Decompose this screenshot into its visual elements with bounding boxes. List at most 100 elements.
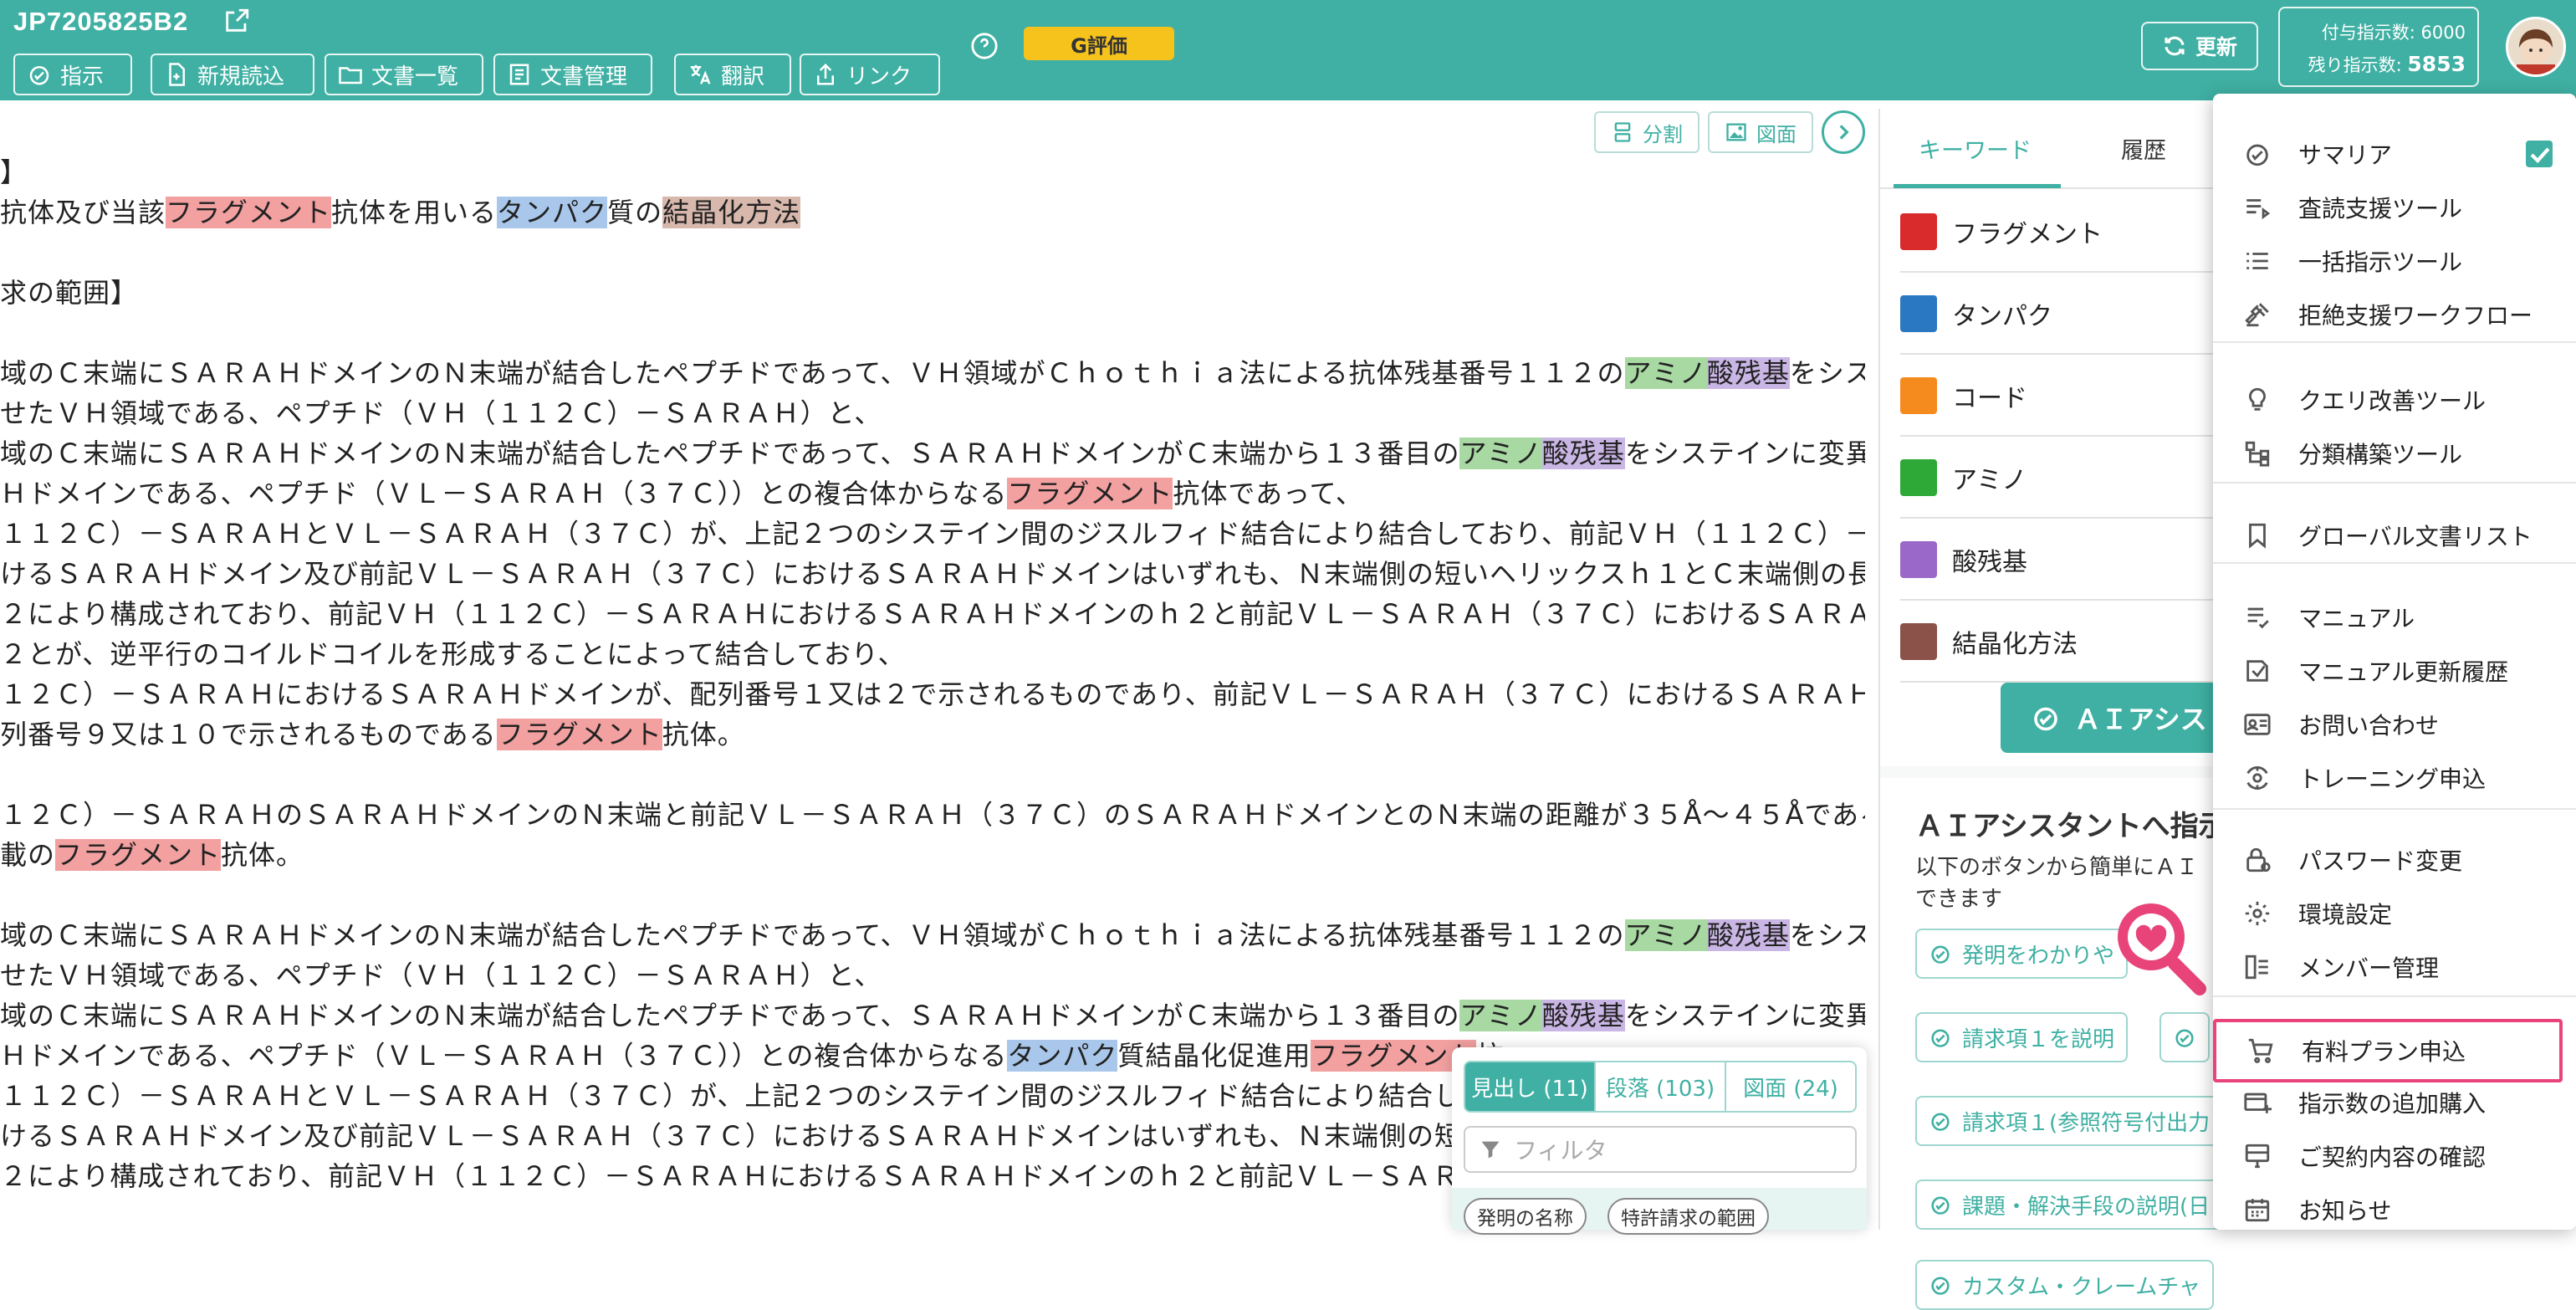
text-segment: １２Ｃ）－ＳＡＲＡＨのＳＡＲＡＨドメインのＮ末端と前記ＶＬ－ＳＡＲＡＨ（３７Ｃ）… (0, 799, 1865, 831)
top-bar: JP7205825B2 指示 新規読込 文書一覧 文書管理 翻訳 リンク G評価… (0, 0, 2576, 100)
menu-item-label: メンバー管理 (2298, 954, 2440, 982)
menu-item-calendar[interactable]: お知らせ (2213, 1185, 2576, 1235)
ai-prompt-chip[interactable]: 請求項１(参照符号付出力 (1915, 1096, 2224, 1146)
keyword-item[interactable]: 結晶化方法 (1900, 602, 2218, 683)
menu-item-add-card[interactable]: 指示数の追加購入 (2213, 1077, 2576, 1128)
outline-chip[interactable]: 特許請求の範囲 (1607, 1198, 1769, 1235)
toolbar-button-document-list[interactable]: 文書一覧 (325, 54, 483, 95)
outline-chip[interactable]: 発明の名称 (1464, 1198, 1587, 1235)
text-segment: せたＶＨ領域である、ペプチド（ＶＨ（１１２Ｃ）－ＳＡＲＡＨ）と、 (0, 959, 882, 991)
share-icon (817, 63, 834, 85)
figure-button[interactable]: 図面 (1708, 111, 1813, 153)
text-segment: をシステインに変異さ (1624, 438, 1865, 469)
side-tabs: キーワード 履歴 (1880, 109, 2215, 189)
toolbar-button-document-manage[interactable]: 文書管理 (493, 54, 652, 95)
keyword-color-swatch[interactable] (1900, 623, 1937, 660)
menu-item-gavel[interactable]: 拒絶支援ワークフロー (2213, 289, 2576, 340)
menu-item-tree[interactable]: 分類構築ツール (2213, 428, 2576, 478)
external-link-icon[interactable] (222, 7, 251, 35)
document-line: 域のＣ末端にＳＡＲＡＨドメインのＮ末端が結合したペプチドであって、ＳＡＲＡＨドメ… (0, 995, 1865, 1036)
toolbar-button-instruct[interactable]: 指示 (13, 54, 132, 95)
menu-item-label: 有料プラン申込 (2302, 1038, 2466, 1066)
text-segment: 】 (0, 156, 28, 188)
text-segment: 抗体を用いる (331, 197, 498, 228)
text-segment: ２により構成されており、前記ＶＨ（１１２Ｃ）－ＳＡＲＡＨにおけるＳＡＲＡＨドメイ… (0, 1160, 1515, 1192)
toolbar-button-link[interactable]: リンク (800, 54, 940, 95)
help-icon[interactable] (970, 32, 999, 60)
outline-filter-input[interactable]: フィルタ (1464, 1126, 1857, 1173)
keyword-highlight: アミノ (1459, 1000, 1542, 1031)
menu-item-training[interactable]: トレーニング申込 (2213, 753, 2576, 803)
keyword-color-swatch[interactable] (1900, 459, 1937, 496)
menu-item-label: グローバル文書リスト (2298, 523, 2533, 550)
outline-tab-figures[interactable]: 図面 (24) (1726, 1062, 1855, 1111)
menu-item-members[interactable]: メンバー管理 (2213, 942, 2576, 992)
ai-prompt-chip[interactable]: 請求項１を説明 (1915, 1012, 2129, 1062)
outline-tab-paragraphs[interactable]: 段落 (103) (1596, 1062, 1726, 1111)
keyword-color-swatch[interactable] (1900, 541, 1937, 578)
remaining-count-value: 5853 (2407, 52, 2466, 76)
menu-item-list[interactable]: 一括指示ツール (2213, 236, 2576, 286)
menu-item-lightbulb[interactable]: クエリ改善ツール (2213, 375, 2576, 425)
ai-prompt-chip[interactable]: 発明をわかりや (1915, 929, 2129, 979)
document-line: 列番号９又は１０で示されるものであるフラグメント抗体。 (0, 714, 1857, 755)
menu-item-label: 分類構築ツール (2298, 441, 2463, 468)
outline-tab-headings[interactable]: 見出し (11) (1465, 1062, 1596, 1111)
menu-item-contract[interactable]: ご契約内容の確認 (2213, 1131, 2576, 1181)
menu-item-review[interactable]: 査読支援ツール (2213, 182, 2576, 233)
text-segment: Ｈドメインである、ペプチド（ＶＬ－ＳＡＲＡＨ（３７Ｃ））との複合体からなる (0, 478, 1008, 509)
menu-item-lock[interactable]: パスワード変更 (2213, 835, 2576, 885)
tab-keyword[interactable]: キーワード (1919, 132, 2032, 165)
folder-icon (339, 67, 362, 84)
remaining-count-label: 残り指示数: (2308, 55, 2402, 75)
text-segment: ２により構成されており、前記ＶＨ（１１２Ｃ）－ＳＡＲＡＨにおけるＳＡＲＡＨドメイ… (0, 598, 1865, 630)
menu-item-contact-card[interactable]: お問い合わせ (2213, 699, 2576, 750)
contact-card-icon (2244, 714, 2271, 735)
ai-prompt-chip[interactable] (2159, 1012, 2210, 1062)
document-line: １１２Ｃ）－ＳＡＲＡＨとＶＬ－ＳＡＲＡＨ（３７Ｃ）が、上記２つのシステイン間のジ… (0, 514, 1865, 554)
menu-item-manual[interactable]: マニュアル (2213, 592, 2576, 642)
keyword-item[interactable]: フラグメント (1900, 192, 2218, 273)
manual-icon (2247, 607, 2269, 629)
grade-badge: G評価 (1024, 27, 1174, 60)
refresh-button[interactable]: 更新 (2141, 22, 2258, 70)
keyword-item[interactable]: タンパク (1900, 274, 2218, 355)
ai-desc-line: 以下のボタンから簡単にＡＩ (1915, 855, 2199, 880)
toolbar-button-new-import[interactable]: 新規読込 (151, 54, 314, 95)
keyword-highlight: 酸残基 (1706, 357, 1790, 389)
menu-item-history[interactable]: マニュアル更新履歴 (2213, 646, 2576, 696)
next-panel-button[interactable] (1822, 110, 1865, 154)
keyword-color-swatch[interactable] (1900, 213, 1937, 250)
text-segment: １１２Ｃ）－ＳＡＲＡＨとＶＬ－ＳＡＲＡＨ（３７Ｃ）が、上記２つのシステイン間のジ… (0, 1080, 1515, 1112)
text-segment: けるＳＡＲＡＨドメイン及び前記ＶＬ－ＳＡＲＡＨ（３７Ｃ）におけるＳＡＲＡＨドメイ… (0, 1120, 1518, 1152)
tree-icon (2245, 441, 2270, 467)
keyword-color-swatch[interactable] (1900, 295, 1937, 332)
text-segment: せたＶＨ領域である、ペプチド（ＶＨ（１１２Ｃ）－ＳＡＲＡＨ）と、 (0, 397, 882, 429)
menu-item-label: 一括指示ツール (2298, 248, 2463, 276)
menu-item-summary[interactable]: サマリア (2213, 129, 2576, 179)
user-avatar[interactable] (2506, 17, 2566, 77)
outline-tabs: 見出し (11) 段落 (103) 図面 (24) (1464, 1061, 1857, 1113)
document-line (0, 755, 1857, 795)
menu-divider (2213, 341, 2576, 343)
keyword-item[interactable]: 酸残基 (1900, 520, 2218, 601)
tab-history[interactable]: 履歴 (2121, 132, 2166, 165)
menu-item-label: 査読支援ツール (2298, 195, 2463, 223)
split-view-button[interactable]: 分割 (1594, 111, 1699, 153)
lock-icon (2246, 847, 2271, 872)
outline-panel: 見出し (11) 段落 (103) 図面 (24) フィルタ 発明の名称 特許請… (1452, 1047, 1867, 1235)
ai-prompt-chip[interactable]: カスタム・クレームチャ (1915, 1260, 2214, 1310)
keyword-highlight: フラグメント (55, 839, 222, 871)
keyword-color-swatch[interactable] (1900, 377, 1937, 414)
menu-item-cart[interactable]: 有料プラン申込 (2213, 1019, 2563, 1082)
ai-prompt-chip-label: 請求項１を説明 (1962, 1026, 2115, 1052)
menu-item-gear[interactable]: 環境設定 (2213, 888, 2576, 939)
keyword-item[interactable]: コード (1900, 356, 2218, 437)
keyword-highlight: アミノ (1624, 919, 1707, 951)
checkbox-checked-icon[interactable] (2526, 141, 2553, 167)
keyword-item[interactable]: アミノ (1900, 438, 2218, 519)
ai-prompt-chip[interactable]: 課題・解決手段の説明(日 (1915, 1180, 2224, 1230)
menu-item-bookmark[interactable]: グローバル文書リスト (2213, 510, 2576, 560)
gavel-icon (2245, 303, 2269, 327)
toolbar-button-translate[interactable]: 翻訳 (674, 54, 791, 95)
